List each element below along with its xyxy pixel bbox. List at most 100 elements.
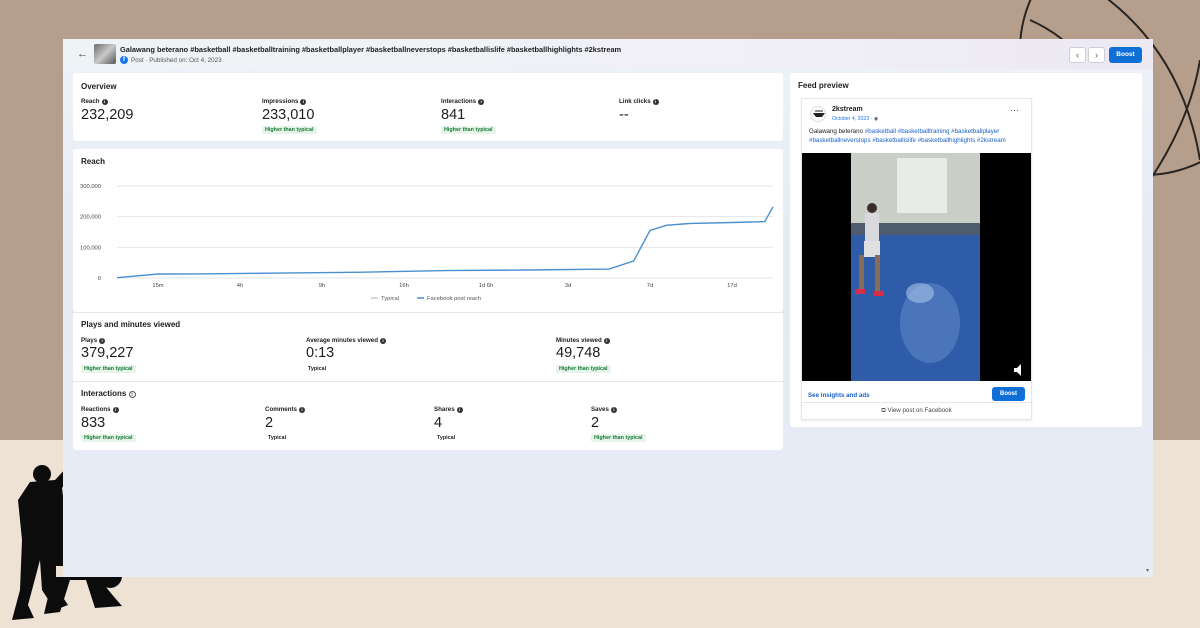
interactions-title-text: Interactions bbox=[81, 389, 127, 398]
minutes-viewed-label-text: Minutes viewed bbox=[556, 337, 602, 344]
info-icon[interactable]: i bbox=[456, 406, 463, 413]
insights-window: ← Galawang beterano #basketball #basketb… bbox=[63, 39, 1153, 577]
plays-label-text: Plays bbox=[81, 337, 98, 344]
impressions-label-text: Impressions bbox=[262, 98, 299, 105]
boost-button[interactable]: Boost bbox=[1109, 47, 1142, 63]
divider bbox=[73, 381, 783, 382]
page-name[interactable]: 2kstream bbox=[832, 106, 863, 113]
hashtag-link[interactable]: #basketballneverstops bbox=[809, 137, 871, 144]
info-icon[interactable]: i bbox=[112, 406, 119, 413]
info-icon[interactable]: i bbox=[101, 98, 108, 105]
see-insights-link[interactable]: See insights and ads bbox=[808, 392, 870, 399]
x-tick-label: 3d bbox=[565, 283, 571, 289]
info-icon[interactable]: i bbox=[300, 98, 307, 105]
feed-preview-title: Feed preview bbox=[798, 81, 849, 90]
post-title: Galawang beterano #basketball #basketbal… bbox=[120, 45, 622, 54]
volume-icon bbox=[1014, 364, 1021, 376]
hashtag-link[interactable]: #basketballhighlights bbox=[918, 137, 975, 144]
x-tick-label: 17d bbox=[727, 283, 737, 289]
view-post-label: View post on Facebook bbox=[887, 407, 952, 414]
info-icon[interactable]: i bbox=[128, 391, 136, 398]
avg-minutes-label: Average minutes viewed i bbox=[306, 337, 386, 344]
avatar[interactable] bbox=[810, 106, 826, 122]
hashtag-link[interactable]: #basketballplayer bbox=[951, 128, 999, 135]
reach-line-chart: 0 100,000 200,000 300,000 15m 4h 9h 16h 1d 6h 3d 7… bbox=[80, 184, 774, 302]
feed-preview-card: Feed preview 2kstream October 4, 2023 · … bbox=[790, 73, 1142, 427]
x-tick-label: 1d 6h bbox=[479, 283, 494, 289]
status-badge: Higher than typical bbox=[441, 126, 496, 134]
info-icon[interactable]: i bbox=[603, 337, 610, 344]
overview-title: Overview bbox=[81, 82, 117, 91]
view-post-button[interactable]: ⧉ View post on Facebook bbox=[802, 402, 1031, 419]
hashtag-link[interactable]: #basketball bbox=[865, 128, 896, 135]
x-tick-label: 16h bbox=[399, 283, 409, 289]
more-horizontal-icon[interactable]: ··· bbox=[1010, 105, 1019, 115]
hashtag-link[interactable]: #basketballtraining bbox=[898, 128, 950, 135]
x-tick-label: 9h bbox=[319, 283, 325, 289]
chevron-left-icon[interactable]: ‹ bbox=[1069, 47, 1086, 63]
chevron-right-icon[interactable]: › bbox=[1088, 47, 1105, 63]
legend-label: Typical bbox=[381, 296, 399, 302]
status-badge: Typical bbox=[268, 435, 287, 441]
interactions-value: 841 bbox=[441, 107, 466, 123]
hashtag-link[interactable]: #2kstream bbox=[977, 137, 1006, 144]
status-badge: Higher than typical bbox=[591, 434, 646, 442]
video-frame bbox=[851, 153, 1021, 381]
minutes-viewed-value: 49,748 bbox=[556, 345, 601, 361]
comments-value: 2 bbox=[265, 415, 274, 431]
avg-minutes-value: 0:13 bbox=[306, 345, 335, 361]
reach-chart-card: Reach 0 100,000 200,000 300,000 15m 4h 9h 16h 1d… bbox=[73, 149, 783, 312]
globe-icon: ◉ bbox=[873, 116, 879, 122]
x-tick-label: 7d bbox=[647, 283, 653, 289]
info-icon[interactable]: i bbox=[99, 337, 106, 344]
y-tick-label: 300,000 bbox=[80, 184, 101, 190]
comments-label: Comments i bbox=[265, 406, 305, 413]
hashtag-link[interactable]: #basketballislife bbox=[872, 137, 916, 144]
link-clicks-label-text: Link clicks bbox=[619, 98, 651, 105]
info-icon[interactable]: i bbox=[610, 406, 617, 413]
status-badge: Typical bbox=[308, 366, 327, 372]
reach-value: 232,209 bbox=[81, 107, 134, 123]
scroll-down-icon[interactable]: ▾ bbox=[1146, 567, 1149, 574]
post-thumbnail bbox=[94, 44, 116, 64]
status-badge: Typical bbox=[437, 435, 456, 441]
reach-label-text: Reach bbox=[81, 98, 100, 105]
info-icon[interactable]: i bbox=[652, 98, 659, 105]
reactions-value: 833 bbox=[81, 415, 106, 431]
saves-label: Saves i bbox=[591, 406, 617, 413]
reactions-label: Reactions i bbox=[81, 406, 119, 413]
shares-label: Shares i bbox=[434, 406, 463, 413]
plays-value: 379,227 bbox=[81, 345, 134, 361]
plays-interactions-card: Plays and minutes viewed Plays i 379,227 … bbox=[73, 312, 783, 450]
overview-card: Overview Reach i 232,209 Impressions i 233… bbox=[73, 73, 783, 141]
info-icon[interactable]: i bbox=[298, 406, 305, 413]
interactions-label-text: Interactions bbox=[441, 98, 477, 105]
minutes-viewed-label: Minutes viewed i bbox=[556, 337, 610, 344]
post-published-text: Post · Published on: Oct 4, 2023 bbox=[131, 56, 222, 64]
avg-minutes-label-text: Average minutes viewed bbox=[306, 337, 378, 344]
video-player[interactable] bbox=[802, 153, 1031, 381]
arrow-left-icon[interactable]: ← bbox=[77, 48, 88, 60]
caption-text: Galawang beterano bbox=[809, 128, 864, 135]
facebook-icon: f bbox=[120, 56, 128, 64]
saves-label-text: Saves bbox=[591, 406, 609, 413]
x-tick-label: 4h bbox=[237, 283, 243, 289]
info-icon[interactable]: i bbox=[380, 337, 386, 344]
interactions-section-title: Interactions i bbox=[81, 389, 136, 398]
post-caption: Galawang beterano #basketball #basketbal… bbox=[809, 128, 1027, 145]
status-badge: Higher than typical bbox=[81, 365, 136, 373]
reactions-label-text: Reactions bbox=[81, 406, 111, 413]
info-icon[interactable]: i bbox=[478, 98, 485, 105]
divider bbox=[73, 312, 783, 313]
y-tick-label: 0 bbox=[98, 276, 101, 282]
interactions-label: Interactions i bbox=[441, 98, 485, 105]
post-date-text: October 4, 2023 · bbox=[832, 116, 874, 122]
post-date: October 4, 2023 · ◉ bbox=[832, 116, 878, 122]
boost-button[interactable]: Boost bbox=[992, 387, 1025, 401]
link-clicks-value: -- bbox=[619, 107, 629, 123]
saves-value: 2 bbox=[591, 415, 600, 431]
shares-value: 4 bbox=[434, 415, 443, 431]
legend-label: Facebook post reach bbox=[427, 296, 481, 302]
y-tick-label: 100,000 bbox=[80, 245, 101, 251]
plays-label: Plays i bbox=[81, 337, 106, 344]
